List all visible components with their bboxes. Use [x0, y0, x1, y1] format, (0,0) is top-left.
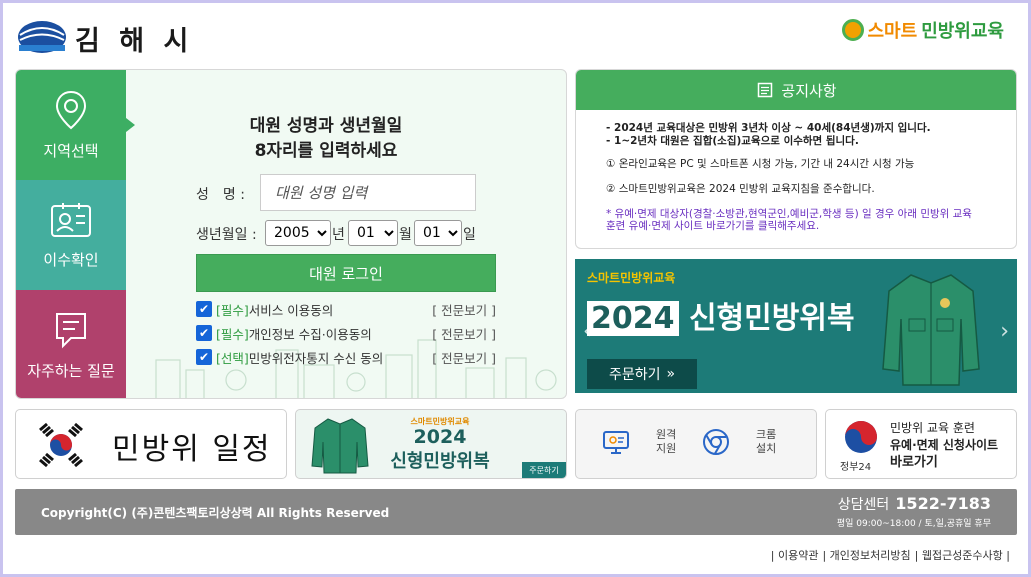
checkbox-checked-icon[interactable]: ✔ [196, 349, 212, 365]
uniform-year: 2024 [413, 426, 467, 448]
remote-support-icon [603, 431, 629, 454]
banner-prev-arrow-icon[interactable]: ‹ [583, 319, 592, 344]
banner-next-arrow-icon[interactable]: › [1000, 319, 1009, 344]
view-full-link[interactable]: [ 전문보기 ] [432, 324, 496, 343]
name-input[interactable] [260, 174, 476, 211]
gov24-logo-icon [845, 421, 877, 453]
agreement-text: 서비스 이용동의 [248, 302, 334, 318]
order-button-label: 주문하기 [608, 367, 661, 383]
gov24-line-2: 유예·면제 신청사이트 [890, 438, 999, 452]
agreement-text: 개인정보 수집·이용동의 [248, 326, 372, 342]
notice-line-4: ② 스마트민방위교육은 2024 민방위 교육지침을 준수합니다. [606, 183, 875, 195]
agreement-service[interactable]: ✔ [필수] 서비스 이용동의 [ 전문보기 ] [196, 300, 496, 318]
chrome-install-label-1: 크롬 [756, 428, 777, 441]
accessibility-link[interactable]: | 웹접근성준수사항 | [915, 547, 1010, 563]
member-login-button[interactable]: 대원 로그인 [196, 254, 496, 292]
copyright-text: Copyright(C) (주)콘텐츠팩토리상상력 All Rights Res… [41, 506, 390, 520]
tab-faq-label: 자주하는 질문 [27, 361, 115, 380]
remote-support-button[interactable]: 원격 지원 [602, 428, 676, 456]
active-tab-arrow [126, 118, 135, 132]
banner-tag: 스마트민방위교육 [587, 271, 676, 285]
call-center: 상담센터 1522-7183 평일 09:00~18:00 / 토,일,공휴일 휴… [837, 494, 991, 529]
gov24-text: 민방위 교육 훈련 유예·면제 신청사이트 바로가기 [890, 420, 998, 471]
chrome-icon [703, 429, 729, 455]
map-pin-icon [55, 90, 87, 129]
call-center-label: 상담센터 [837, 497, 890, 513]
checkbox-checked-icon[interactable]: ✔ [196, 325, 212, 341]
checkbox-checked-icon[interactable]: ✔ [196, 301, 212, 317]
birth-month-select[interactable]: 01 [348, 220, 398, 246]
month-unit: 월 [399, 227, 412, 243]
banner-year: 2024 [587, 301, 679, 336]
uniform-jacket-image [882, 274, 980, 386]
call-center-hours: 평일 09:00~18:00 / 토,일,공휴일 휴무 [836, 519, 991, 529]
tab-faq[interactable]: 자주하는 질문 [16, 290, 126, 398]
footer: Copyright(C) (주)콘텐츠팩토리상상력 All Rights Res… [15, 489, 1017, 535]
notice-line-6: 훈련 유예·면제 사이트 바로가기를 클릭해주세요. [606, 220, 820, 232]
uniform-title: 신형민방위복 [390, 451, 490, 472]
year-unit: 년 [332, 227, 345, 243]
chat-bubble-icon [56, 312, 86, 348]
view-full-link[interactable]: [ 전문보기 ] [432, 300, 496, 319]
notice-line-2: - 1~2년차 대원은 집합(소집)교육으로 이수하면 됩니다. [606, 135, 859, 147]
name-label: 성 명 : [196, 187, 245, 203]
remote-support-label-2: 지원 [656, 442, 677, 455]
birth-year-select[interactable]: 2005 [265, 220, 331, 246]
login-panel: 지역선택 이수확인 자주하는 질문 대원 성명과 생년월일 8자리를 입력하세요… [15, 69, 567, 399]
uniform-order-box[interactable]: 스마트민방위교육 2024 신형민방위복 주문하기 [295, 409, 567, 479]
gov24-line-3: 바로가기 [890, 455, 938, 470]
gov24-line-1: 민방위 교육 훈련 [890, 421, 975, 435]
uniform-order-tag: 주문하기 [522, 462, 566, 478]
agreement-tag: [필수] [216, 302, 249, 318]
day-unit: 일 [463, 227, 476, 243]
gov24-brand: 정부24 [840, 462, 872, 473]
notice-title: 공지사항 [781, 81, 837, 100]
tab-region-select-label: 지역선택 [43, 141, 99, 160]
program-logo-text-2: 민방위교육 [921, 21, 1004, 42]
login-title-line-2: 8자리를 입력하세요 [254, 141, 398, 161]
login-form-title: 대원 성명과 생년월일 8자리를 입력하세요 [176, 114, 476, 164]
order-button[interactable]: 주문하기 » [587, 359, 697, 389]
privacy-policy-link[interactable]: | 개인정보처리방침 [822, 547, 910, 563]
birth-day-select[interactable]: 01 [414, 220, 462, 246]
banner-title: 2024 신형민방위복 [587, 293, 855, 337]
tab-completion-check[interactable]: 이수확인 [16, 180, 126, 290]
notice-header: 공지사항 [576, 70, 1016, 110]
id-card-icon [51, 202, 91, 237]
banner-title-text: 신형민방위복 [688, 301, 855, 336]
gov24-deferral-box[interactable]: 정부24 민방위 교육 훈련 유예·면제 신청사이트 바로가기 [825, 409, 1017, 479]
tab-completion-check-label: 이수확인 [43, 250, 99, 269]
birth-label: 생년월일 : [196, 227, 257, 243]
chrome-install-button[interactable]: 크롬 설치 [702, 428, 776, 456]
agreement-text: 민방위전자통지 수신 동의 [248, 350, 384, 366]
remote-support-label-1: 원격 [656, 428, 677, 441]
program-logo-text-1: 스마트 [867, 21, 918, 42]
notice-line-3: ① 온라인교육은 PC 및 스마트폰 시청 가능, 기간 내 24시간 시청 가… [606, 158, 915, 170]
terms-link[interactable]: | 이용약관 [771, 547, 819, 563]
uniform-jacket-thumbnail [311, 418, 369, 474]
double-chevron-right-icon: » [666, 366, 676, 382]
login-title-line-1: 대원 성명과 생년월일 [249, 116, 403, 136]
smart-civil-defense-logo[interactable]: 스마트 민방위교육 [841, 17, 1004, 43]
agreement-tag: [선택] [216, 350, 249, 366]
city-name[interactable]: 김 해 시 [75, 19, 193, 58]
program-logo-icon [841, 19, 864, 41]
gimhae-city-logo-icon[interactable] [17, 19, 67, 55]
view-full-link[interactable]: [ 전문보기 ] [432, 348, 496, 367]
chrome-install-label-2: 설치 [756, 442, 777, 455]
taegeuk-flag-icon [39, 422, 83, 468]
call-center-phone: 1522-7183 [895, 494, 991, 513]
notice-panel: 공지사항 - 2024년 교육대상은 민방위 3년차 이상 ~ 40세(84년생… [575, 69, 1017, 249]
tab-region-select[interactable]: 지역선택 [16, 70, 126, 180]
civil-defense-schedule-box[interactable]: 민방위 일정 [15, 409, 287, 479]
agreement-privacy[interactable]: ✔ [필수] 개인정보 수집·이용동의 [ 전문보기 ] [196, 324, 496, 342]
notice-list-icon [758, 82, 773, 98]
schedule-label: 민방위 일정 [112, 432, 272, 467]
agreement-notification[interactable]: ✔ [선택] 민방위전자통지 수신 동의 [ 전문보기 ] [196, 348, 496, 366]
agreement-tag: [필수] [216, 326, 249, 342]
support-box: 원격 지원 크롬 설치 [575, 409, 817, 479]
uniform-banner[interactable]: 스마트민방위교육 2024 신형민방위복 주문하기 » ‹ › [575, 259, 1017, 393]
footer-links: | 이용약관 | 개인정보처리방침 | 웹접근성준수사항 | [771, 547, 1010, 563]
